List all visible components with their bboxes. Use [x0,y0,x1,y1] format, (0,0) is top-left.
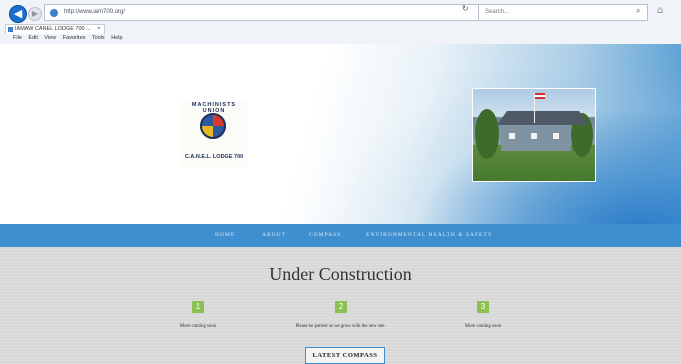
menu-file[interactable]: File [13,35,22,41]
logo-caption: C.A.N.E.L. LODGE 700 [184,154,244,160]
main-content: Under Construction 1 2 3 More coming soo… [0,247,681,364]
union-logo[interactable]: MACHINISTS UNION C.A.N.E.L. LODGE 700 [180,102,248,168]
lodge-house-photo [472,88,596,182]
browser-tab[interactable]: IAMAW CANEL LODGE 700 ... × [5,24,105,34]
page-title: Under Construction [269,264,412,284]
search-icon[interactable]: ⌕ [636,6,640,16]
tree-shape [475,109,499,159]
address-bar[interactable]: http://www.iam700.org/ [44,4,514,21]
step-text-2: Please be patient as we grow with the ne… [295,324,385,329]
tab-close-icon[interactable]: × [97,26,101,32]
menu-edit[interactable]: Edit [28,35,37,41]
tab-title: IAMAW CANEL LODGE 700 ... [15,26,91,32]
menu-bar: File Edit View Favorites Tools Help [13,35,128,41]
browser-search-input[interactable]: Search... [478,4,648,21]
house-window [531,133,537,139]
step-badge-2: 2 [335,301,347,313]
menu-view[interactable]: View [44,35,56,41]
tab-favicon-icon [8,27,13,32]
nav-about[interactable]: ABOUT [262,232,286,238]
house-window [553,133,559,139]
house-window [509,133,515,139]
main-nav: HOME ABOUT COMPASS ENVIRONMENTAL HEALTH … [0,224,681,247]
nav-home[interactable]: HOME [215,232,235,238]
menu-tools[interactable]: Tools [92,35,105,41]
step-badge-3: 3 [477,301,489,313]
home-icon[interactable]: ⌂ [657,5,663,16]
site-favicon-icon [50,9,58,17]
union-seal-icon [200,113,226,139]
forward-arrow-icon[interactable]: ▶ [28,7,42,21]
back-arrow-icon[interactable]: ◀ [9,5,27,23]
latest-compass-button[interactable]: LATEST COMPASS [305,347,385,364]
nav-compass[interactable]: COMPASS [309,232,341,238]
site-header: MACHINISTS UNION C.A.N.E.L. LODGE 700 [0,44,681,224]
address-url[interactable]: http://www.iam700.org/ [64,9,125,15]
flag-icon [535,93,545,99]
step-text-1: More coming soon [179,324,217,329]
step-text-3: More coming soon [464,324,502,329]
search-placeholder: Search... [485,9,510,15]
menu-help[interactable]: Help [111,35,122,41]
house-roof [497,111,589,125]
refresh-icon[interactable]: ↻ [462,4,469,13]
nav-environmental-health-safety[interactable]: ENVIRONMENTAL HEALTH & SAFETY [366,232,493,238]
browser-chrome: ◀ ▶ http://www.iam700.org/ ↻ Search... ⌕… [0,0,681,45]
menu-favorites[interactable]: Favorites [63,35,86,41]
house-body [501,125,571,151]
step-badge-1: 1 [192,301,204,313]
